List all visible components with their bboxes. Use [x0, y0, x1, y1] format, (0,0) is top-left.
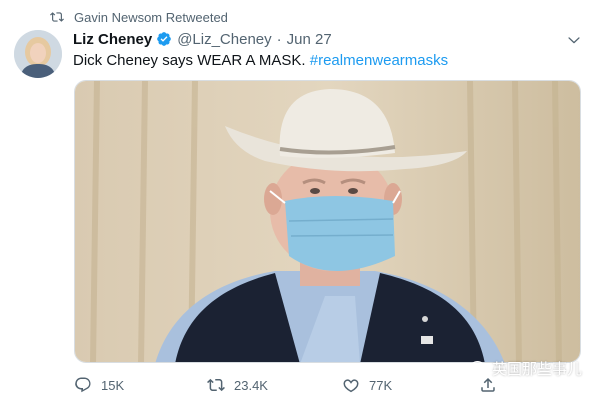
avatar-photo: [14, 30, 62, 78]
tweet-actions: 15K 23.4K 77K: [0, 376, 594, 394]
retweet-button[interactable]: 23.4K: [207, 376, 268, 394]
chevron-down-icon[interactable]: [567, 33, 581, 47]
share-button[interactable]: [479, 376, 497, 394]
tweet-text: Dick Cheney says WEAR A MASK. #realmenwe…: [73, 52, 448, 69]
retweet-label: Gavin Newsom Retweeted: [74, 9, 228, 25]
separator-dot: ·: [276, 30, 282, 48]
retweet-count: 23.4K: [234, 377, 268, 393]
like-button[interactable]: 77K: [342, 376, 392, 394]
author-display-name[interactable]: Liz Cheney: [73, 31, 152, 48]
avatar[interactable]: [14, 30, 62, 78]
tweet-body: Dick Cheney says WEAR A MASK.: [73, 52, 306, 69]
verified-badge-icon: [157, 32, 172, 46]
share-icon: [481, 377, 495, 392]
wechat-icon: [470, 360, 488, 375]
watermark: 英国那些事儿: [470, 358, 582, 378]
reply-icon: [75, 377, 91, 393]
reply-count: 15K: [101, 377, 125, 393]
retweet-icon: [50, 12, 64, 22]
photo-image: [75, 81, 580, 362]
tweet-date[interactable]: Jun 27: [287, 31, 332, 48]
retweet-context[interactable]: Gavin Newsom Retweeted: [50, 9, 228, 25]
heart-icon: [343, 379, 359, 393]
author-handle[interactable]: @Liz_Cheney: [177, 31, 271, 48]
like-count: 77K: [369, 377, 393, 393]
tweet-photo[interactable]: [74, 80, 581, 363]
tweet-header: Liz Cheney @Liz_Cheney · Jun 27: [73, 30, 332, 48]
retweet-action-icon: [207, 378, 225, 392]
reply-button[interactable]: 15K: [74, 376, 124, 394]
hashtag-link[interactable]: #realmenwearmasks: [310, 52, 448, 69]
